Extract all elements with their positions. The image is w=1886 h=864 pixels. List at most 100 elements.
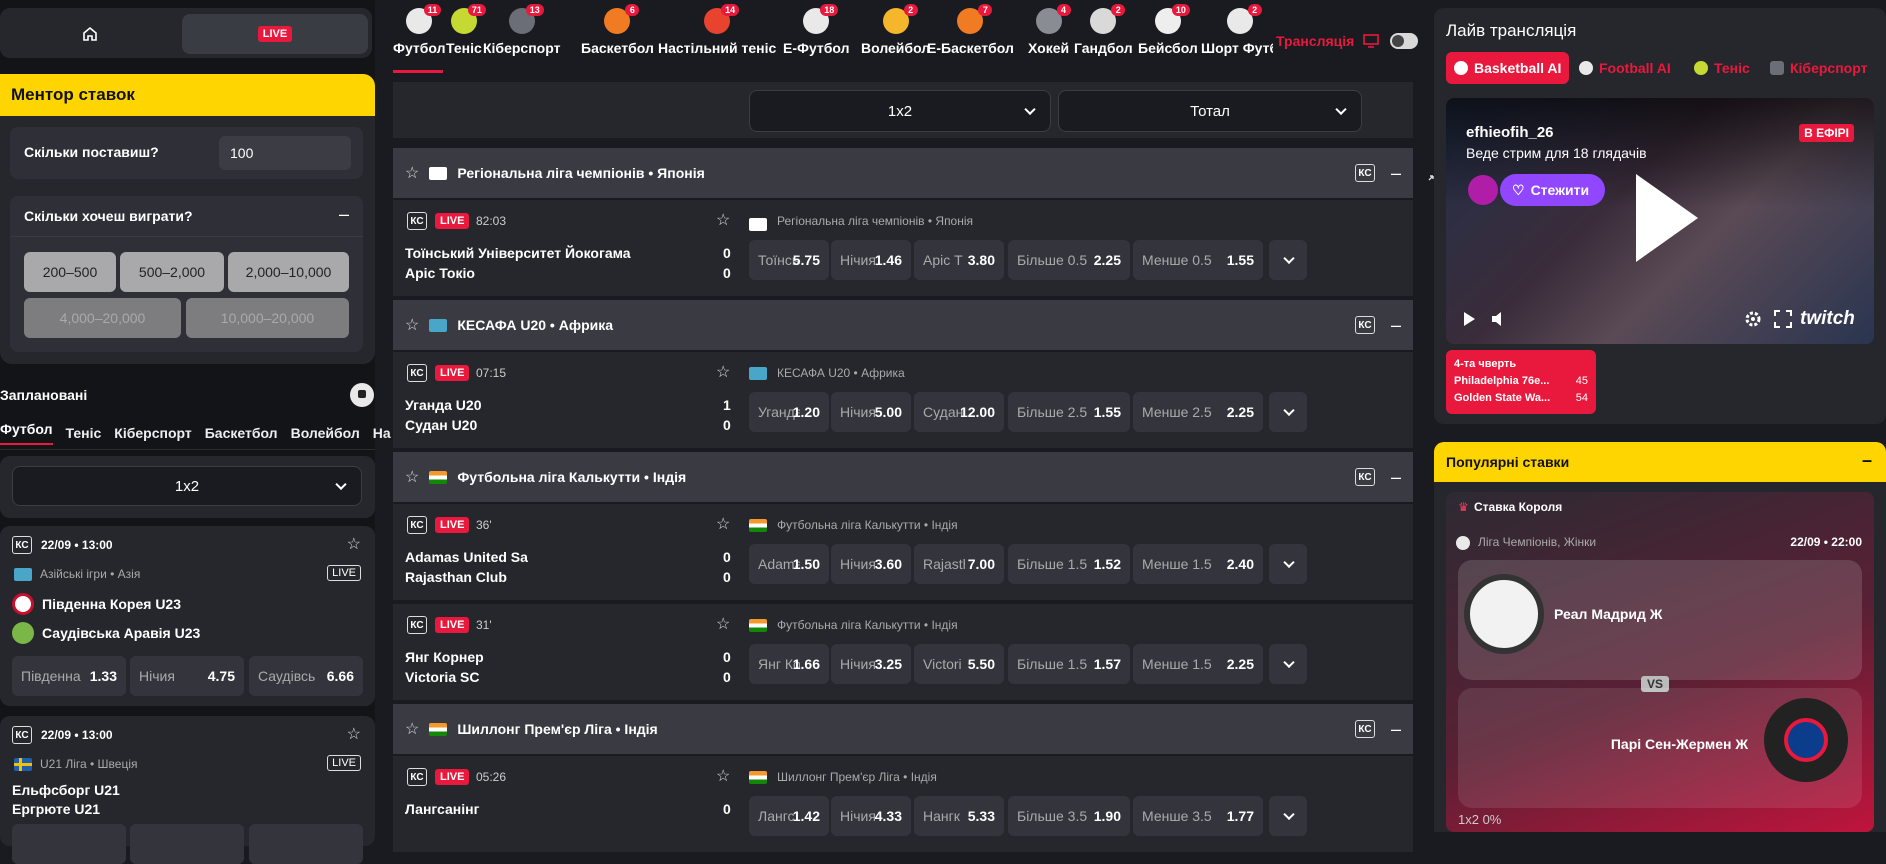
odd-button[interactable]: Більше 2.5 1.55	[1008, 392, 1130, 432]
odd-button[interactable]: Нічия 3.60	[831, 544, 911, 584]
odd-button[interactable]: Лангс 1.42	[749, 796, 829, 836]
odd-button[interactable]	[130, 824, 244, 864]
more-markets-button[interactable]	[1269, 240, 1307, 280]
market-select-total[interactable]: Тотал	[1058, 90, 1362, 132]
popular-bets-header[interactable]: Популярні ставки –	[1434, 442, 1886, 482]
odd-button[interactable]: Більше 1.5 1.52	[1008, 544, 1130, 584]
odd-button[interactable]: Нічия 1.46	[831, 240, 911, 280]
match-row[interactable]: КС LIVE 31' ☆ Футбольна ліга Калькутти • Інд…	[393, 604, 1413, 700]
favorite-star-icon[interactable]: ☆	[405, 719, 419, 739]
sport-tab[interactable]: 18 Е-Футбол	[783, 4, 850, 56]
favorite-star-icon[interactable]: ☆	[405, 315, 419, 335]
tab-tennis[interactable]: Теніс	[1686, 52, 1758, 84]
odd-button[interactable]	[249, 824, 363, 864]
avatar[interactable]	[1468, 175, 1498, 205]
odd-button[interactable]: Нангк 5.33	[914, 796, 1004, 836]
market-select[interactable]: 1x2	[12, 466, 362, 506]
sport-tab[interactable]: 13 Кіберспорт	[483, 4, 560, 56]
odd-button[interactable]: Менше 1.5 2.25	[1133, 644, 1263, 684]
odd-button[interactable]: Більше 3.5 1.90	[1008, 796, 1130, 836]
sport-tab[interactable]: 71 Теніс	[446, 4, 486, 56]
tab-tennis[interactable]: Теніс	[66, 425, 102, 441]
sport-tab[interactable]: 6 Баскетбол	[581, 4, 654, 56]
odd-button[interactable]: Більше 0.5 2.25	[1008, 240, 1130, 280]
odd-button[interactable]: Нічия 4.33	[831, 796, 911, 836]
range-chip[interactable]: 500–2,000	[120, 252, 224, 292]
collapse-icon[interactable]: –	[1391, 315, 1401, 336]
more-markets-button[interactable]	[1269, 644, 1307, 684]
collapse-icon[interactable]: –	[339, 204, 349, 225]
tab-esports[interactable]: Кіберспорт	[1762, 52, 1876, 84]
king-bet-card[interactable]: ♛ Ставка Короля Ліга Чемпіонів, Жінки 22…	[1446, 492, 1874, 832]
score-card[interactable]: 4-та чверть Philadelphia 76e... 45 Golde…	[1446, 350, 1596, 414]
odd-button[interactable]: Судан 12.00	[914, 392, 1004, 432]
odd-button[interactable]: Нічия 4.75	[130, 656, 244, 696]
sport-tab[interactable]: 2 Гандбол	[1074, 4, 1133, 56]
stake-input[interactable]: 100	[219, 136, 351, 170]
volume-icon[interactable]	[1490, 311, 1508, 327]
favorite-star-icon[interactable]: ☆	[716, 514, 730, 534]
odd-button[interactable]: Adama 1.50	[749, 544, 829, 584]
range-chip[interactable]: 10,000–20,000	[186, 298, 349, 338]
play-big-icon[interactable]	[1632, 170, 1702, 266]
more-markets-button[interactable]	[1269, 392, 1307, 432]
odd-button[interactable]: Rajasth7.00	[914, 544, 1004, 584]
range-chip[interactable]: 4,000–20,000	[24, 298, 181, 338]
collapse-icon[interactable]: –	[1391, 719, 1401, 740]
odd-button[interactable]: Янг Ко 1.66	[749, 644, 829, 684]
odd-button[interactable]: Менше 3.5 1.77	[1133, 796, 1263, 836]
follow-button[interactable]: ♡ Стежити	[1500, 174, 1606, 206]
favorite-star-icon[interactable]: ☆	[716, 362, 730, 382]
match-row[interactable]: КС LIVE 05:26 ☆ Шиллонг Прем'єр Ліга • Індія…	[393, 756, 1413, 852]
tab-basketball-ai[interactable]: Basketball AI	[1446, 52, 1570, 84]
sport-tab[interactable]: 4 Хокей	[1028, 4, 1071, 56]
play-icon[interactable]	[1462, 311, 1476, 327]
fullscreen-icon[interactable]	[1774, 310, 1792, 328]
sport-tab[interactable]: 10 Бейсбол	[1138, 4, 1198, 56]
league-header[interactable]: ☆ КЕСАФА U20 • Африка КС –	[393, 300, 1413, 350]
odd-button[interactable]: Менше 0.5 1.55	[1133, 240, 1263, 280]
league-header[interactable]: ☆ Футбольна ліга Калькутти • Індія КС –	[393, 452, 1413, 502]
sport-tab[interactable]: 14 Настільний теніс	[658, 4, 776, 56]
favorite-star-icon[interactable]: ☆	[405, 163, 419, 183]
sport-tab[interactable]: 11 Футбол	[393, 4, 446, 56]
tab-football[interactable]: Футбол	[0, 421, 53, 445]
event-card[interactable]: КС 22/09 • 13:00 ☆ Азійські ігри • Азія …	[0, 526, 375, 706]
range-chip[interactable]: 200–500	[24, 252, 116, 292]
odd-button[interactable]: Victori 5.50	[914, 644, 1004, 684]
favorite-star-icon[interactable]: ☆	[405, 467, 419, 487]
league-header[interactable]: ☆ Регіональна ліга чемпіонів • Японія КС –	[393, 148, 1413, 198]
stream-player[interactable]: efhieofih_26 Веде стрим для 18 глядачів …	[1446, 98, 1874, 344]
event-card[interactable]: КС 22/09 • 13:00 ☆ U21 Ліга • Швеція LIV…	[0, 716, 375, 864]
range-chip[interactable]: 2,000–10,000	[228, 252, 349, 292]
sport-tab[interactable]: 2 Волейбол	[861, 4, 930, 56]
home-button[interactable]	[8, 14, 172, 54]
more-markets-button[interactable]	[1269, 796, 1307, 836]
odd-button[interactable]: Нічия 3.25	[831, 644, 911, 684]
tab-esports[interactable]: Кіберспорт	[114, 425, 191, 441]
favorite-star-icon[interactable]: ☆	[716, 210, 730, 230]
favorite-star-icon[interactable]: ☆	[347, 724, 361, 744]
settings-gear-icon[interactable]	[1743, 309, 1763, 329]
odd-button[interactable]: Менше 1.5 2.40	[1133, 544, 1263, 584]
match-row[interactable]: КС LIVE 36' ☆ Футбольна ліга Калькутти • Інд…	[393, 504, 1413, 600]
tab-volleyball[interactable]: Волейбол	[291, 425, 360, 441]
collapse-icon[interactable]: –	[1391, 163, 1401, 184]
live-button[interactable]: LIVE	[182, 14, 368, 54]
favorite-star-icon[interactable]: ☆	[716, 766, 730, 786]
sport-tab[interactable]: 2 Шорт Футб	[1201, 4, 1273, 56]
favorite-star-icon[interactable]: ☆	[347, 534, 361, 554]
tab-football-ai[interactable]: Football AI	[1571, 52, 1679, 84]
odd-button[interactable]: Саудівсь 6.66	[249, 656, 363, 696]
market-select-1x2[interactable]: 1x2	[749, 90, 1051, 132]
odd-button[interactable]: Менше 2.5 2.25	[1133, 392, 1263, 432]
odd-button[interactable]: Нічия 5.00	[831, 392, 911, 432]
toggle-switch[interactable]	[1390, 33, 1419, 49]
odd-button[interactable]: Аріс Т 3.80	[914, 240, 1004, 280]
match-row[interactable]: КС LIVE 07:15 ☆ КЕСАФА U20 • Африка Уганда U2…	[393, 352, 1413, 448]
collapse-icon[interactable]: –	[1391, 467, 1401, 488]
odd-button[interactable]: Тоїнськ5.75	[749, 240, 829, 280]
tab-more[interactable]: Ha	[373, 425, 391, 441]
more-markets-button[interactable]	[1269, 544, 1307, 584]
odd-button[interactable]: Більше 1.5 1.57	[1008, 644, 1130, 684]
